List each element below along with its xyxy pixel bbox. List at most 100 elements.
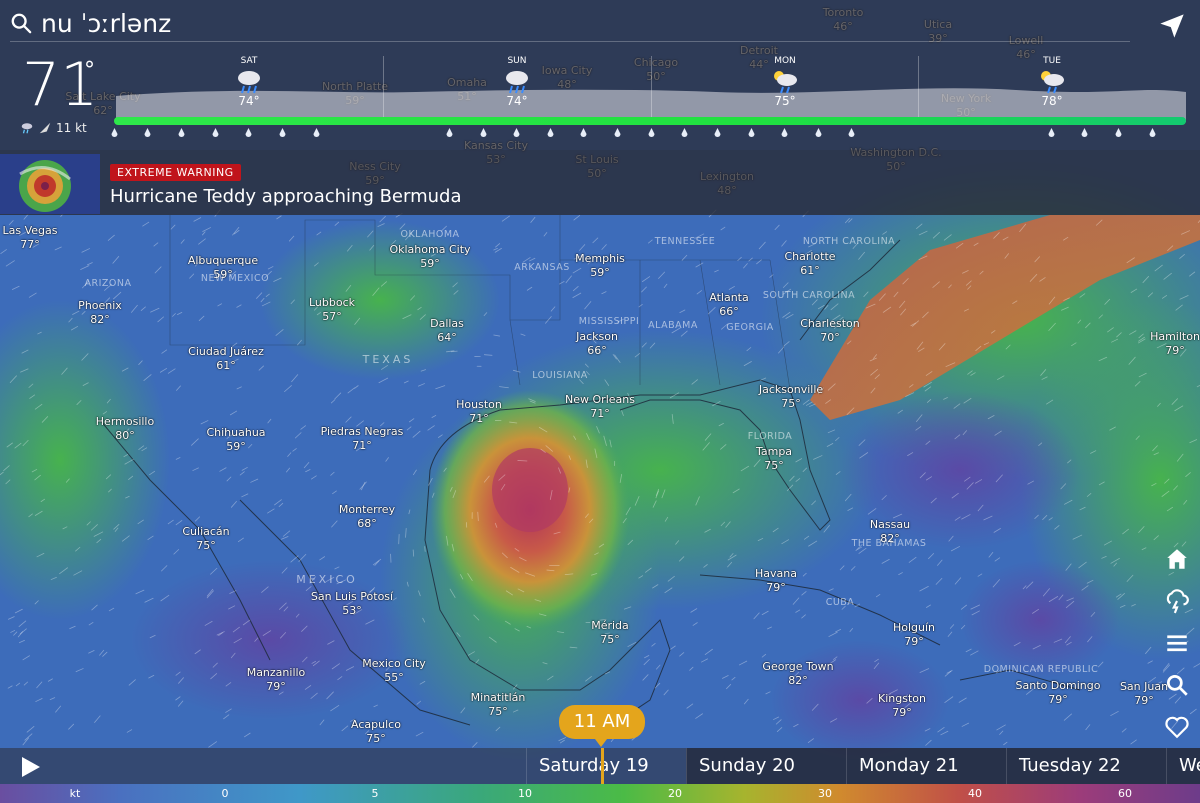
timeline-day[interactable]: Monday 21: [846, 748, 1006, 784]
city-label[interactable]: Holguín 79°: [893, 621, 935, 649]
city-name: Dallas: [430, 317, 464, 330]
region-label: GEORGIA: [726, 322, 774, 333]
city-label[interactable]: Tampa 75°: [756, 445, 792, 473]
city-label[interactable]: Piedras Negras 71°: [321, 425, 404, 453]
rain-icon: [238, 71, 260, 94]
alert-title[interactable]: Hurricane Teddy approaching Bermuda: [110, 186, 462, 207]
city-temp: 79°: [266, 680, 286, 693]
city-name: Hamilton: [1150, 330, 1200, 343]
raindrop-icon: [513, 128, 520, 137]
city-label[interactable]: Hamilton 79°: [1150, 330, 1200, 358]
raindrop-icon: [648, 128, 655, 137]
city-temp: 79°: [892, 706, 912, 719]
raindrop-icon: [480, 128, 487, 137]
city-label[interactable]: Dallas 64°: [430, 317, 464, 345]
region-label: MISSISSIPPI: [578, 316, 640, 327]
city-label[interactable]: Santo Domingo 79°: [1016, 679, 1101, 707]
city-label[interactable]: Ciudad Juárez 61°: [188, 345, 264, 373]
city-temp: 82°: [90, 313, 110, 326]
city-temp: 66°: [587, 344, 607, 357]
divider: [10, 41, 1130, 42]
sun-rain-icon: [774, 71, 797, 94]
city-label[interactable]: Las Vegas 77°: [3, 224, 58, 252]
city-temp: 79°: [1165, 344, 1185, 357]
city-label[interactable]: Acapulco 75°: [351, 718, 401, 746]
city-name: George Town: [762, 660, 834, 673]
city-label[interactable]: Mérida 75°: [591, 619, 629, 647]
region-label: ALABAMA: [648, 320, 698, 331]
timeline[interactable]: Saturday 19 Sunday 20 Monday 21 Tuesday …: [0, 748, 1200, 784]
forecast-day: MON 75°: [770, 56, 800, 108]
day-divider: [383, 56, 384, 118]
search-icon[interactable]: [10, 12, 32, 34]
menu-icon[interactable]: [1164, 630, 1190, 656]
alert-banner[interactable]: EXTREME WARNING Hurricane Teddy approach…: [0, 150, 1200, 215]
forecast-day-name: MON: [774, 56, 796, 66]
city-temp: 75°: [764, 459, 784, 472]
location-arrow-icon[interactable]: [1158, 12, 1186, 40]
forecast-strip[interactable]: SAT 74° SUN 74° MON 75° TUE 78°: [116, 56, 1186, 122]
region-label: NEW MEXICO: [200, 273, 270, 284]
city-label[interactable]: Culiacán 75°: [182, 525, 229, 553]
city-label[interactable]: Hermosillo 80°: [96, 415, 154, 443]
city-label[interactable]: Houston 71°: [456, 398, 502, 426]
city-temp: 71°: [469, 412, 489, 425]
city-name: Havana: [755, 567, 797, 580]
city-label[interactable]: Minatitlán 75°: [471, 691, 526, 719]
heart-icon[interactable]: [1164, 714, 1190, 740]
legend-tick: 0: [221, 787, 229, 800]
city-label[interactable]: San Luis Potosí 53°: [311, 590, 393, 618]
warning-badge: EXTREME WARNING: [110, 164, 241, 181]
legend-tick: 20: [668, 787, 682, 800]
city-label[interactable]: Lubbock 57°: [309, 296, 355, 324]
time-indicator[interactable]: 11 AM: [559, 705, 645, 747]
search-icon[interactable]: [1164, 672, 1190, 698]
city-temp: 79°: [1048, 693, 1068, 706]
city-label[interactable]: Jackson 66°: [576, 330, 618, 358]
city-temp: 59°: [420, 257, 440, 270]
city-label[interactable]: Charleston 70°: [800, 317, 860, 345]
city-label[interactable]: George Town 82°: [762, 660, 833, 688]
search-input[interactable]: nu ˈɔːrlənz: [41, 9, 171, 38]
legend-tick: 30: [818, 787, 832, 800]
precipitation-bar: [114, 117, 1186, 125]
city-label[interactable]: New Orleans 71°: [565, 393, 635, 421]
city-name: Piedras Negras: [320, 425, 404, 438]
search-bar[interactable]: nu ˈɔːrlənz: [10, 6, 171, 40]
timeline-day[interactable]: Saturday 19: [526, 748, 686, 784]
city-label[interactable]: Manzanillo 79°: [247, 666, 306, 694]
city-label[interactable]: San Juan 79°: [1120, 680, 1168, 708]
home-icon[interactable]: [1164, 546, 1190, 572]
city-label[interactable]: Jacksonville 75°: [759, 383, 823, 411]
forecast-temp: 74°: [506, 94, 528, 108]
region-label: FLORIDA: [747, 431, 793, 442]
city-label[interactable]: Charlotte 61°: [784, 250, 835, 278]
city-label[interactable]: Mexico City 55°: [362, 657, 425, 685]
city-temp: 64°: [437, 331, 457, 344]
timeline-day[interactable]: Sunday 20: [686, 748, 846, 784]
timeline-day[interactable]: Tuesday 22: [1006, 748, 1166, 784]
city-label[interactable]: Chihuahua 59°: [206, 426, 265, 454]
raindrop-icon: [446, 128, 453, 137]
timeline-day[interactable]: We: [1166, 748, 1200, 784]
city-label[interactable]: Oklahoma City 59°: [389, 243, 470, 271]
city-label[interactable]: Atlanta 66°: [709, 291, 748, 319]
hurricane-thumbnail[interactable]: [0, 154, 100, 214]
city-name: Las Vegas: [2, 224, 58, 237]
raindrop-icon: [313, 128, 320, 137]
region-label: LOUISIANA: [532, 370, 588, 381]
city-label[interactable]: Memphis 59°: [575, 252, 625, 280]
raindrop-icon: [748, 128, 755, 137]
storm-icon[interactable]: [1164, 588, 1190, 614]
city-label[interactable]: Phoenix 82°: [78, 299, 122, 327]
region-label: OKLAHOMA: [400, 229, 460, 240]
city-label[interactable]: Monterrey 68°: [339, 503, 395, 531]
city-name: New Orleans: [565, 393, 635, 406]
region-label: ARKANSAS: [514, 262, 570, 273]
city-label[interactable]: Havana 79°: [755, 567, 797, 595]
play-icon[interactable]: [10, 754, 50, 780]
city-name: Minatitlán: [470, 691, 526, 704]
city-name: Jacksonville: [758, 383, 824, 396]
timeline-cursor[interactable]: [601, 748, 604, 784]
city-label[interactable]: Kingston 79°: [878, 692, 926, 720]
